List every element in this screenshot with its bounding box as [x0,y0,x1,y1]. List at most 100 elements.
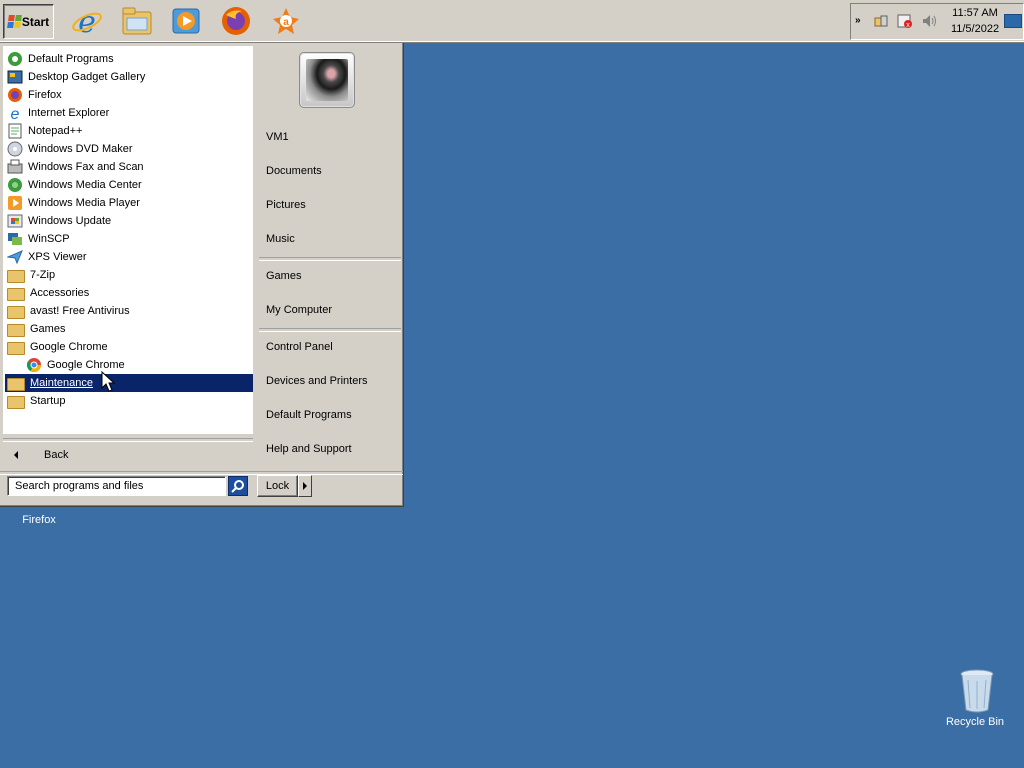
action-center-icon[interactable]: x [897,13,913,29]
svg-text:e: e [78,5,96,37]
program-item[interactable]: Windows Media Center [5,176,253,194]
clock-time[interactable]: 11:57 AM [947,7,1003,19]
folder-icon [7,323,25,337]
place-documents[interactable]: Documents [266,165,322,177]
program-item[interactable]: Windows Fax and Scan [5,158,253,176]
folder-icon [7,305,25,319]
program-item-label: Default Programs [28,53,114,65]
taskbar: Start e a » x 11:57 AM 11/5/2022 [0,0,1024,43]
notepad-plus-plus-icon [7,123,23,139]
back-label: Back [44,449,69,461]
program-item-label: Maintenance [30,377,93,389]
internet-explorer-icon: e [7,105,23,123]
place-vm1[interactable]: VM1 [266,131,289,143]
folder-icon [7,341,25,355]
program-item-label: Google Chrome [30,341,108,353]
program-item-label: avast! Free Antivirus [30,305,130,317]
internet-explorer-icon[interactable]: e [70,4,104,38]
program-item[interactable]: WinSCP [5,230,253,248]
search-icon [231,480,244,493]
program-item[interactable]: avast! Free Antivirus [5,302,253,320]
program-item[interactable]: 7-Zip [5,266,253,284]
firefox-icon [7,87,23,103]
volume-icon[interactable] [921,13,937,29]
windows-logo-icon [6,15,22,28]
program-item-label: Firefox [28,89,62,101]
network-icon[interactable] [873,13,889,29]
divider [0,471,403,475]
search-button[interactable] [228,476,248,496]
file-explorer-icon[interactable] [120,4,154,38]
lock-button[interactable]: Lock [257,475,298,497]
program-item[interactable]: Firefox [5,86,253,104]
place-devices-printers[interactable]: Devices and Printers [266,375,368,387]
program-item[interactable]: Notepad++ [5,122,253,140]
place-games[interactable]: Games [266,270,301,282]
program-item[interactable]: Games [5,320,253,338]
program-item[interactable]: Desktop Gadget Gallery [5,68,253,86]
svg-text:e: e [11,106,20,121]
media-center-icon [7,177,23,193]
xps-viewer-icon [6,249,23,265]
folder-icon [7,269,25,283]
folder-icon [7,287,25,301]
program-item[interactable]: XPS Viewer [5,248,253,266]
program-item-label: Notepad++ [28,125,83,137]
program-item[interactable]: Maintenance [5,374,253,392]
desktop-icon-label: Recycle Bin [945,716,1005,728]
program-item-label: Games [30,323,66,335]
program-item-label: Windows DVD Maker [28,143,133,155]
shutdown-options-button[interactable] [298,475,312,497]
media-player-icon[interactable] [169,4,203,38]
place-control-panel[interactable]: Control Panel [266,341,333,353]
chevron-right-icon [303,482,307,490]
media-player-icon [7,195,23,211]
desktop-icon-label: Firefox [22,514,56,526]
program-item[interactable]: Default Programs [5,50,253,68]
search-input[interactable]: Search programs and files [7,476,226,496]
program-item-label: XPS Viewer [28,251,87,263]
start-button[interactable]: Start [3,4,54,39]
start-menu: Default Programs Desktop Gadget Gallery Fi… [0,43,404,507]
clock-date[interactable]: 11/5/2022 [945,23,1005,35]
chrome-icon [26,357,42,373]
program-item-label: Windows Update [28,215,112,227]
divider [259,328,401,332]
program-item[interactable]: Google Chrome [5,338,253,356]
user-picture[interactable] [299,52,355,108]
program-item[interactable]: Windows Update [5,212,253,230]
program-item-label: Accessories [30,287,90,299]
program-item-label: Windows Media Player [28,197,140,209]
program-item[interactable]: Startup [5,392,253,410]
program-item[interactable]: e Internet Explorer [5,104,253,123]
windows-update-icon [7,213,23,229]
program-item[interactable]: Windows DVD Maker [5,140,253,158]
program-item-label: Google Chrome [47,359,125,371]
back-button[interactable]: Back [3,442,253,468]
back-arrow-icon [14,451,18,459]
winscp-icon [7,231,23,247]
place-my-computer[interactable]: My Computer [266,304,332,316]
dvd-maker-icon [7,141,23,157]
place-pictures[interactable]: Pictures [266,199,306,211]
program-item-label: Startup [30,395,66,407]
program-item[interactable]: Accessories [5,284,253,302]
folder-icon [7,377,25,391]
place-default-programs[interactable]: Default Programs [266,409,352,421]
firefox-icon[interactable] [219,4,253,38]
tray-expand-icon[interactable]: » [855,15,861,26]
divider [259,257,401,261]
place-music[interactable]: Music [266,233,295,245]
lock-label: Lock [265,480,290,492]
mouse-cursor-icon [101,371,116,392]
avast-icon[interactable]: a [269,4,303,38]
show-desktop-icon[interactable] [1004,14,1022,28]
all-programs-list: Default Programs Desktop Gadget Gallery Fi… [3,46,253,434]
program-item[interactable]: Windows Media Player [5,194,253,212]
program-item-label: 7-Zip [30,269,56,281]
desktop-icon-recycle-bin[interactable]: Recycle Bin [940,668,1010,728]
default-programs-icon [7,51,23,67]
place-help-support[interactable]: Help and Support [266,443,352,455]
program-item[interactable]: Google Chrome [5,356,253,374]
start-label: Start [21,14,50,29]
